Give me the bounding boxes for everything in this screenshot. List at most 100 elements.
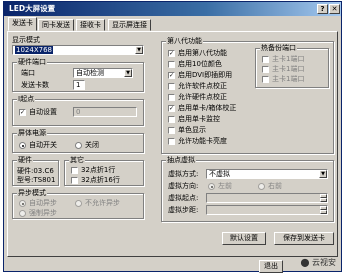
settings-window: LED大屏设置 ? ✕ 发送卡 同卡发送 接收卡 显示屏连接 显示模式 1024… [3,1,342,273]
async-auto-label: 自动异步 [29,199,57,207]
async-disallow-radio[interactable] [75,200,82,207]
send-card-count-label: 发送卡数 [21,81,49,89]
gen8-checkbox-5[interactable] [168,94,175,101]
fold-16-checkbox[interactable] [71,177,78,184]
send-card-count-value: 1 [76,81,81,89]
watermark-text: 云视安 [312,258,336,267]
fold-16-label: 32点折16行 [81,176,120,184]
virtual-mode-select[interactable]: 不虚拟 ▼ [206,169,328,179]
save-to-card-button[interactable]: 保存到发送卡 [274,232,334,245]
power-auto-radio[interactable] [19,142,26,149]
help-button[interactable]: ? [317,4,328,14]
hot-backup-group: 热备份端口 主卡1端口 主卡1端口 主卡1端口 [255,44,329,88]
async-force-label: 强制异步 [29,209,57,217]
start-dot-group: I起点 ✓ 自动设置 0 [12,95,144,126]
default-settings-button[interactable]: 默认设置 [222,232,266,245]
virtual-step-spinner[interactable] [320,206,327,214]
direction-right-label: 右前 [268,182,282,190]
display-mode-value: 1024X768 [15,46,53,54]
gen8-label-2: 启用10位颜色 [178,60,222,68]
hot-backup-label-1: 主卡1端口 [272,55,305,63]
gen8-label: 第八代功能 [166,37,203,46]
start-dot-label: I起点 [17,95,36,104]
gen8-label-9: 允许功能卡亮度 [178,137,227,145]
power-off-radio[interactable] [75,142,82,149]
chevron-down-icon[interactable]: ▼ [124,69,132,77]
gen8-checkbox-9[interactable] [168,138,175,145]
tab-panel: 显示模式 1024X768 ▼ 硬件端口 端口 自动检测 ▼ 发送卡数 1 I起… [7,31,338,257]
direction-right-radio[interactable] [258,183,265,190]
hardware-port-group: 硬件端口 端口 自动检测 ▼ 发送卡数 1 [12,58,144,92]
gen8-checkbox-4[interactable] [168,83,175,90]
other-group: 其它 32点折1行 32点折16行 [64,156,144,186]
gen8-label-7: 启用单卡监控 [178,115,220,123]
tab-send-card[interactable]: 发送卡 [8,17,37,31]
gen8-checkbox-1[interactable]: ✓ [168,50,175,57]
gen8-group: 第八代功能 ✓ 启用第八代功能 启用10位颜色 ✓ 启用DVI即插即用 允许软件点校正 允许… [161,37,334,154]
power-auto-label: 自动开关 [29,141,57,149]
display-mode-select[interactable]: 1024X768 ▼ [12,45,144,55]
power-label: 屏体电源 [17,129,47,138]
hot-backup-label: 热备份端口 [260,44,297,53]
async-disallow-label: 不允许异步 [85,199,120,207]
async-auto-radio[interactable] [19,200,26,207]
hot-backup-checkbox-1[interactable] [262,56,269,63]
gen8-label-5: 允许硬件点校正 [178,93,227,101]
tab-screen-connection[interactable]: 显示屏连接 [108,19,151,31]
tab-receive-card[interactable]: 接收卡 [76,19,105,31]
virtual-mode-label: 虚拟方式: [168,170,199,178]
gen8-label-6: 启用单卡/箱体校正 [178,104,237,112]
auto-set-checkbox[interactable]: ✓ [19,109,26,116]
power-group: 屏体电源 自动开关 关闭 [12,129,144,153]
power-off-label: 关闭 [85,141,99,149]
port-label: 端口 [21,69,35,77]
virtual-step-input[interactable] [206,205,328,215]
async-force-radio[interactable] [19,210,26,217]
hot-backup-checkbox-2[interactable] [262,66,269,73]
hardware-info-group: 硬件 硬件:03.C6 型号:TS801 [12,156,59,186]
hardware-model: 型号:TS801 [17,176,56,184]
gen8-checkbox-2[interactable] [168,61,175,68]
display-mode-label: 显示模式 [12,36,40,44]
chevron-down-icon[interactable]: ▼ [319,170,327,178]
chevron-down-icon[interactable]: ▼ [135,46,143,54]
gen8-label-4: 允许软件点校正 [178,82,227,90]
gen8-label-3: 启用DVI即插即用 [178,71,233,79]
tab-sync-send[interactable]: 同卡发送 [38,19,74,31]
virtual-start-label: 虚拟起点: [168,194,199,202]
virtual-step-label: 虚拟步距: [168,206,199,214]
virtual-start-input[interactable] [206,193,328,203]
virtual-direction-label: 虚拟方向: [168,182,199,190]
start-dot-value: 0 [76,108,81,116]
send-card-count-input[interactable]: 1 [73,80,85,90]
gen8-checkbox-6[interactable]: ✓ [168,105,175,112]
async-mode-label: 异步模式 [17,189,47,198]
other-label: 其它 [69,156,85,165]
hot-backup-label-3: 主卡1端口 [272,75,305,83]
virtual-mode-value: 不虚拟 [209,170,230,178]
window-title: LED大屏设置 [9,4,56,13]
title-bar: LED大屏设置 ? ✕ [4,2,341,16]
gen8-checkbox-7[interactable] [168,116,175,123]
watermark: ⬤ 云视安 [300,258,337,267]
fold-1-checkbox[interactable] [71,167,78,174]
auto-set-label: 自动设置 [29,108,57,116]
gen8-checkbox-8[interactable] [168,127,175,134]
hardware-version: 硬件:03.C6 [17,167,54,175]
async-mode-group: 异步模式 自动异步 不允许异步 强制异步 [12,189,144,219]
exit-button[interactable]: 退出 [259,260,283,273]
direction-left-radio[interactable] [208,183,215,190]
virtual-start-spinner[interactable] [320,194,327,202]
hot-backup-label-2: 主卡1端口 [272,65,305,73]
start-dot-input[interactable]: 0 [73,107,137,117]
gen8-label-8: 单色显示 [178,126,206,134]
direction-left-label: 左前 [218,182,232,190]
fold-1-label: 32点折1行 [81,166,116,174]
dot-virtual-label: 抽点虚拟 [166,156,196,165]
dot-virtual-group: 抽点虚拟 虚拟方式: 不虚拟 ▼ 虚拟方向: 左前 右前 虚拟起点: 虚拟步距: [161,156,334,222]
close-button[interactable]: ✕ [329,4,340,14]
hot-backup-checkbox-3[interactable] [262,76,269,83]
gen8-checkbox-3[interactable]: ✓ [168,72,175,79]
port-value: 自动检测 [76,69,104,77]
port-select[interactable]: 自动检测 ▼ [73,68,133,78]
